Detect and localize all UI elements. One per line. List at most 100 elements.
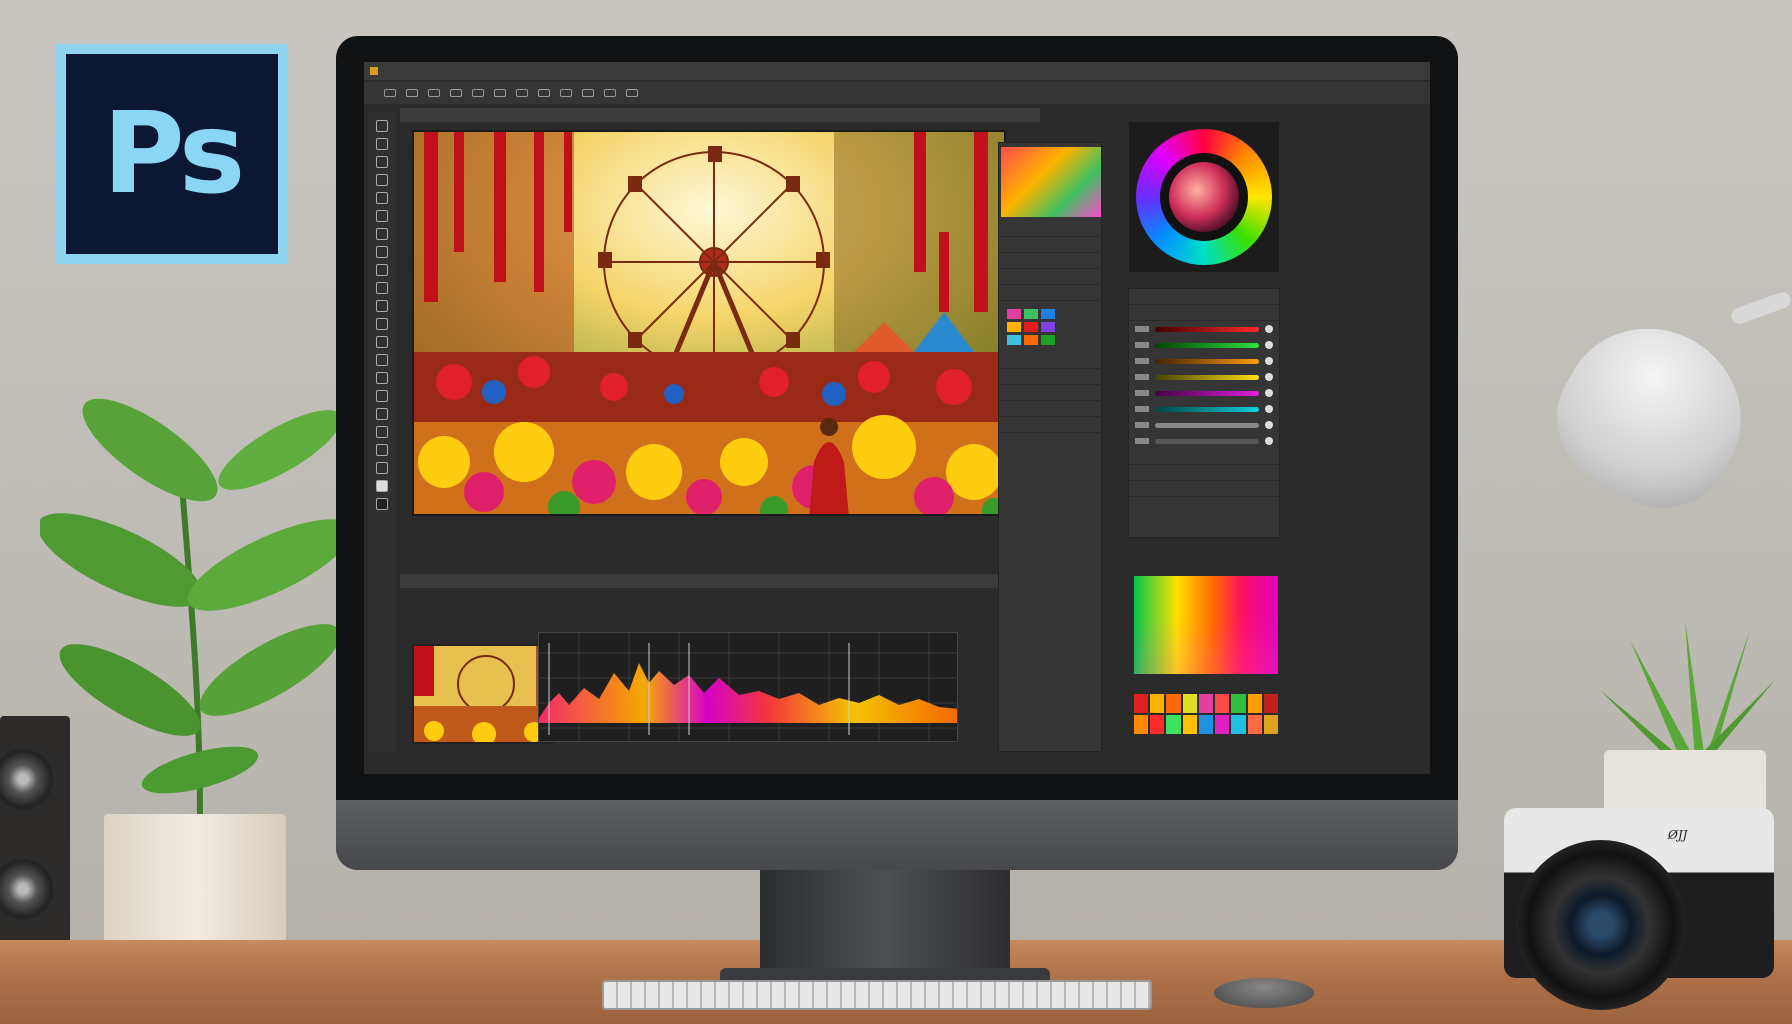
option-icon[interactable] xyxy=(560,89,572,97)
healing-tool-icon[interactable] xyxy=(376,228,388,240)
swatch[interactable] xyxy=(1041,335,1055,345)
option-icon[interactable] xyxy=(384,89,396,97)
layer-thumbnail[interactable] xyxy=(1001,147,1101,217)
swatch[interactable] xyxy=(1231,694,1246,713)
swatch[interactable] xyxy=(1007,309,1021,319)
eyedropper-tool-icon[interactable] xyxy=(376,210,388,222)
swatch[interactable] xyxy=(1134,694,1149,713)
swatch[interactable] xyxy=(1024,335,1038,345)
swatch[interactable] xyxy=(1024,309,1038,319)
brush-tool-icon[interactable] xyxy=(376,246,388,258)
crop-tool-icon[interactable] xyxy=(376,192,388,204)
swatch[interactable] xyxy=(1166,694,1181,713)
swatch[interactable] xyxy=(1150,715,1165,734)
monitor-chin xyxy=(336,800,1458,870)
swatch[interactable] xyxy=(1134,715,1149,734)
slider-green[interactable] xyxy=(1129,337,1279,353)
shape-tool-icon[interactable] xyxy=(376,426,388,438)
layer-row[interactable] xyxy=(999,285,1101,301)
swatch[interactable] xyxy=(1215,694,1230,713)
lasso-tool-icon[interactable] xyxy=(376,156,388,168)
swatch[interactable] xyxy=(1150,694,1165,713)
hand-tool-icon[interactable] xyxy=(376,444,388,456)
move-tool-icon[interactable] xyxy=(376,120,388,132)
layer-row[interactable] xyxy=(999,269,1101,285)
background-color-icon[interactable] xyxy=(376,498,388,510)
layer-row[interactable] xyxy=(999,221,1101,237)
option-icon[interactable] xyxy=(516,89,528,97)
swatch[interactable] xyxy=(1007,322,1021,332)
speaker-cone-bottom xyxy=(0,856,56,922)
adjust-row[interactable] xyxy=(1129,305,1279,321)
swatch[interactable] xyxy=(1041,309,1055,319)
canvas-image[interactable] xyxy=(412,130,1006,516)
swatch[interactable] xyxy=(1182,694,1197,713)
camera-brand: Ø̸JJ xyxy=(1668,828,1688,842)
audio-timeline-panel[interactable] xyxy=(538,632,958,742)
type-tool-icon[interactable] xyxy=(376,390,388,402)
option-icon[interactable] xyxy=(538,89,550,97)
option-icon[interactable] xyxy=(494,89,506,97)
option-icon[interactable] xyxy=(604,89,616,97)
history-brush-icon[interactable] xyxy=(376,282,388,294)
swatch[interactable] xyxy=(1198,694,1214,713)
adjust-row[interactable] xyxy=(1129,465,1279,481)
swatch[interactable] xyxy=(1041,322,1055,332)
swatch[interactable] xyxy=(1182,715,1197,734)
option-icon[interactable] xyxy=(450,89,462,97)
swatch[interactable] xyxy=(1166,715,1181,734)
adjust-row[interactable] xyxy=(1129,481,1279,497)
swatch[interactable] xyxy=(1231,715,1246,734)
slider-dark[interactable] xyxy=(1129,433,1279,449)
layer-row[interactable] xyxy=(999,369,1101,385)
options-bar xyxy=(364,82,1430,104)
color-preview[interactable] xyxy=(1169,162,1239,232)
layer-row[interactable] xyxy=(999,253,1101,269)
option-icon[interactable] xyxy=(626,89,638,97)
marquee-tool-icon[interactable] xyxy=(376,138,388,150)
layer-row[interactable] xyxy=(999,417,1101,433)
slider-orange[interactable] xyxy=(1129,353,1279,369)
layer-row[interactable] xyxy=(999,353,1101,369)
eraser-tool-icon[interactable] xyxy=(376,300,388,312)
swatch[interactable] xyxy=(1247,694,1262,713)
layer-row[interactable] xyxy=(999,401,1101,417)
slider-red[interactable] xyxy=(1129,321,1279,337)
swatch[interactable] xyxy=(1198,715,1214,734)
path-select-icon[interactable] xyxy=(376,408,388,420)
slider-cyan[interactable] xyxy=(1129,401,1279,417)
slider-magenta[interactable] xyxy=(1129,385,1279,401)
slider-yellow[interactable] xyxy=(1129,369,1279,385)
color-picker-field[interactable] xyxy=(1134,576,1278,674)
app-icon[interactable] xyxy=(370,67,378,75)
gradient-tool-icon[interactable] xyxy=(376,318,388,330)
swatch[interactable] xyxy=(1024,322,1038,332)
foreground-color-icon[interactable] xyxy=(376,480,388,492)
swatch[interactable] xyxy=(1263,694,1278,713)
adjust-row[interactable] xyxy=(1129,289,1279,305)
clone-tool-icon[interactable] xyxy=(376,264,388,276)
color-wheel-icon[interactable] xyxy=(1136,129,1272,265)
mouse xyxy=(1214,978,1314,1008)
option-icon[interactable] xyxy=(582,89,594,97)
document-tab[interactable] xyxy=(400,108,1040,122)
swatch[interactable] xyxy=(1007,335,1021,345)
layer-row[interactable] xyxy=(999,237,1101,253)
option-icon[interactable] xyxy=(428,89,440,97)
monitor-stand xyxy=(760,870,1010,980)
option-icon[interactable] xyxy=(472,89,484,97)
option-icon[interactable] xyxy=(406,89,418,97)
zoom-tool-icon[interactable] xyxy=(376,462,388,474)
pen-tool-icon[interactable] xyxy=(376,372,388,384)
swatch[interactable] xyxy=(1263,715,1278,734)
blur-tool-icon[interactable] xyxy=(376,336,388,348)
magic-wand-tool-icon[interactable] xyxy=(376,174,388,186)
layer-row[interactable] xyxy=(999,385,1101,401)
dodge-tool-icon[interactable] xyxy=(376,354,388,366)
swatch[interactable] xyxy=(1215,715,1230,734)
navigator-thumbnail[interactable] xyxy=(412,644,554,744)
swatch[interactable] xyxy=(1247,715,1262,734)
waveform-graph xyxy=(539,633,957,741)
adjust-row[interactable] xyxy=(1129,449,1279,465)
slider-gray[interactable] xyxy=(1129,417,1279,433)
